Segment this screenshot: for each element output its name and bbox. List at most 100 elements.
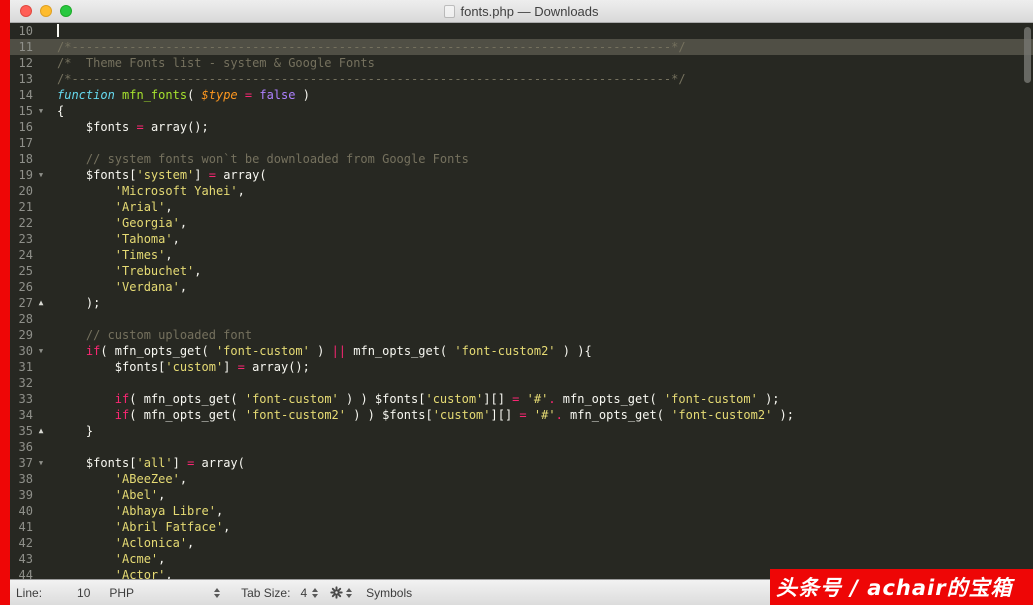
code-text: ); bbox=[57, 296, 101, 310]
close-button[interactable] bbox=[20, 5, 32, 17]
vertical-scrollbar-thumb[interactable] bbox=[1024, 27, 1031, 83]
code-text: 'ABeeZee', bbox=[114, 472, 188, 486]
title-bar[interactable]: fonts.php — Downloads bbox=[10, 0, 1033, 23]
syntax-selector[interactable]: PHP bbox=[109, 586, 134, 600]
line-number: 27 bbox=[18, 296, 33, 310]
fold-gutter bbox=[33, 71, 49, 87]
fold-gutter bbox=[33, 231, 49, 247]
fold-gutter bbox=[33, 567, 49, 579]
code-line[interactable]: 16 $fonts = array(); bbox=[10, 119, 1033, 135]
code-line[interactable]: 32 bbox=[10, 375, 1033, 391]
fold-gutter bbox=[33, 215, 49, 231]
code-line[interactable]: 26 'Verdana', bbox=[10, 279, 1033, 295]
code-line[interactable]: 37 ▼ $fonts['all'] = array( bbox=[10, 455, 1033, 471]
tab-size-value[interactable]: 4 bbox=[300, 586, 307, 600]
code-line[interactable]: 34 if( mfn_opts_get( 'font-custom2' ) ) … bbox=[10, 407, 1033, 423]
code-line[interactable]: 24 'Times', bbox=[10, 247, 1033, 263]
tab-size-label: Tab Size: bbox=[241, 585, 291, 600]
line-number: 40 bbox=[18, 504, 33, 518]
code-text: { bbox=[57, 104, 65, 118]
fold-down-icon[interactable]: ▼ bbox=[33, 455, 49, 471]
fold-gutter bbox=[33, 311, 49, 327]
code-line[interactable]: 14 function mfn_fonts( $type = false ) bbox=[10, 87, 1033, 103]
code-line[interactable]: 25 'Trebuchet', bbox=[10, 263, 1033, 279]
code-text: if( mfn_opts_get( 'font-custom' ) || mfn… bbox=[85, 344, 592, 358]
line-number: 26 bbox=[18, 280, 33, 294]
fold-gutter bbox=[33, 135, 49, 151]
code-line[interactable]: 28 bbox=[10, 311, 1033, 327]
code-text: // custom uploaded font bbox=[57, 328, 253, 342]
code-line[interactable]: 23 'Tahoma', bbox=[10, 231, 1033, 247]
fold-gutter bbox=[33, 199, 49, 215]
fold-gutter bbox=[33, 519, 49, 535]
code-line[interactable]: 11 /*------------------------------------… bbox=[10, 39, 1033, 55]
code-line[interactable]: 39 'Abel', bbox=[10, 487, 1033, 503]
code-line[interactable]: 36 bbox=[10, 439, 1033, 455]
code-text: $fonts['all'] = array( bbox=[57, 456, 245, 470]
fold-gutter bbox=[33, 471, 49, 487]
code-line[interactable]: 41 'Abril Fatface', bbox=[10, 519, 1033, 535]
fold-gutter bbox=[33, 55, 49, 71]
code-lines: 10 11 /*----------------------------------… bbox=[10, 23, 1033, 579]
code-line[interactable]: 33 if( mfn_opts_get( 'font-custom' ) ) $… bbox=[10, 391, 1033, 407]
code-text: 'Abel', bbox=[114, 488, 166, 502]
tab-size-stepper-icon[interactable] bbox=[312, 587, 319, 598]
document-icon bbox=[444, 4, 456, 18]
watermark-banner: 头条号 / achair的宝箱 bbox=[770, 569, 1033, 605]
screenshot-root: fonts.php — Downloads 10 11 /*------------… bbox=[0, 0, 1033, 605]
code-line[interactable]: 17 bbox=[10, 135, 1033, 151]
code-line[interactable]: 13 /*------------------------------------… bbox=[10, 71, 1033, 87]
code-line[interactable]: 15 ▼ { bbox=[10, 103, 1033, 119]
fold-down-icon[interactable]: ▼ bbox=[33, 103, 49, 119]
line-number: 11 bbox=[18, 40, 33, 54]
code-text: if( mfn_opts_get( 'font-custom' ) ) $fon… bbox=[114, 392, 780, 406]
minimize-button[interactable] bbox=[40, 5, 52, 17]
code-text: $fonts['custom'] = array(); bbox=[57, 360, 310, 374]
code-line[interactable]: 20 'Microsoft Yahei', bbox=[10, 183, 1033, 199]
fold-down-icon[interactable]: ▼ bbox=[33, 343, 49, 359]
code-line[interactable]: 40 'Abhaya Libre', bbox=[10, 503, 1033, 519]
code-line[interactable]: 42 'Aclonica', bbox=[10, 535, 1033, 551]
code-line[interactable]: 31 $fonts['custom'] = array(); bbox=[10, 359, 1033, 375]
code-line[interactable]: 19 ▼ $fonts['system'] = array( bbox=[10, 167, 1033, 183]
line-number: 35 bbox=[18, 424, 33, 438]
fold-gutter bbox=[33, 87, 49, 103]
zoom-button[interactable] bbox=[60, 5, 72, 17]
line-number: 20 bbox=[18, 184, 33, 198]
code-line[interactable]: 18 // system fonts won`t be downloaded f… bbox=[10, 151, 1033, 167]
code-editor[interactable]: 10 11 /*----------------------------------… bbox=[10, 23, 1033, 579]
code-text: 'Actor', bbox=[114, 568, 173, 579]
line-number: 42 bbox=[18, 536, 33, 550]
line-number: 18 bbox=[18, 152, 33, 166]
fold-gutter bbox=[33, 487, 49, 503]
syntax-stepper-icon[interactable] bbox=[214, 587, 221, 598]
line-label: Line: bbox=[16, 585, 43, 600]
line-number: 44 bbox=[18, 568, 33, 579]
gear-stepper-icon[interactable] bbox=[346, 587, 353, 598]
code-line[interactable]: 38 'ABeeZee', bbox=[10, 471, 1033, 487]
line-number: 34 bbox=[18, 408, 33, 422]
code-line[interactable]: 21 'Arial', bbox=[10, 199, 1033, 215]
code-line[interactable]: 12 /* Theme Fonts list - system & Google … bbox=[10, 55, 1033, 71]
fold-gutter bbox=[33, 439, 49, 455]
code-line[interactable]: 35 ▲ } bbox=[10, 423, 1033, 439]
code-line[interactable]: 10 bbox=[10, 23, 1033, 39]
code-line[interactable]: 43 'Acme', bbox=[10, 551, 1033, 567]
code-line[interactable]: 30 ▼ if( mfn_opts_get( 'font-custom' ) ||… bbox=[10, 343, 1033, 359]
fold-up-icon[interactable]: ▲ bbox=[33, 295, 49, 311]
code-text: } bbox=[57, 424, 94, 438]
gear-icon[interactable] bbox=[330, 586, 343, 599]
code-line[interactable]: 22 'Georgia', bbox=[10, 215, 1033, 231]
symbols-button[interactable]: Symbols bbox=[366, 586, 412, 600]
fold-gutter bbox=[33, 263, 49, 279]
fold-up-icon[interactable]: ▲ bbox=[33, 423, 49, 439]
line-number: 12 bbox=[18, 56, 33, 70]
code-line[interactable]: 27 ▲ ); bbox=[10, 295, 1033, 311]
code-text: 'Georgia', bbox=[114, 216, 188, 230]
code-line[interactable]: 29 // custom uploaded font bbox=[10, 327, 1033, 343]
fold-down-icon[interactable]: ▼ bbox=[33, 167, 49, 183]
line-number: 14 bbox=[18, 88, 33, 102]
code-text: 'Times', bbox=[114, 248, 173, 262]
